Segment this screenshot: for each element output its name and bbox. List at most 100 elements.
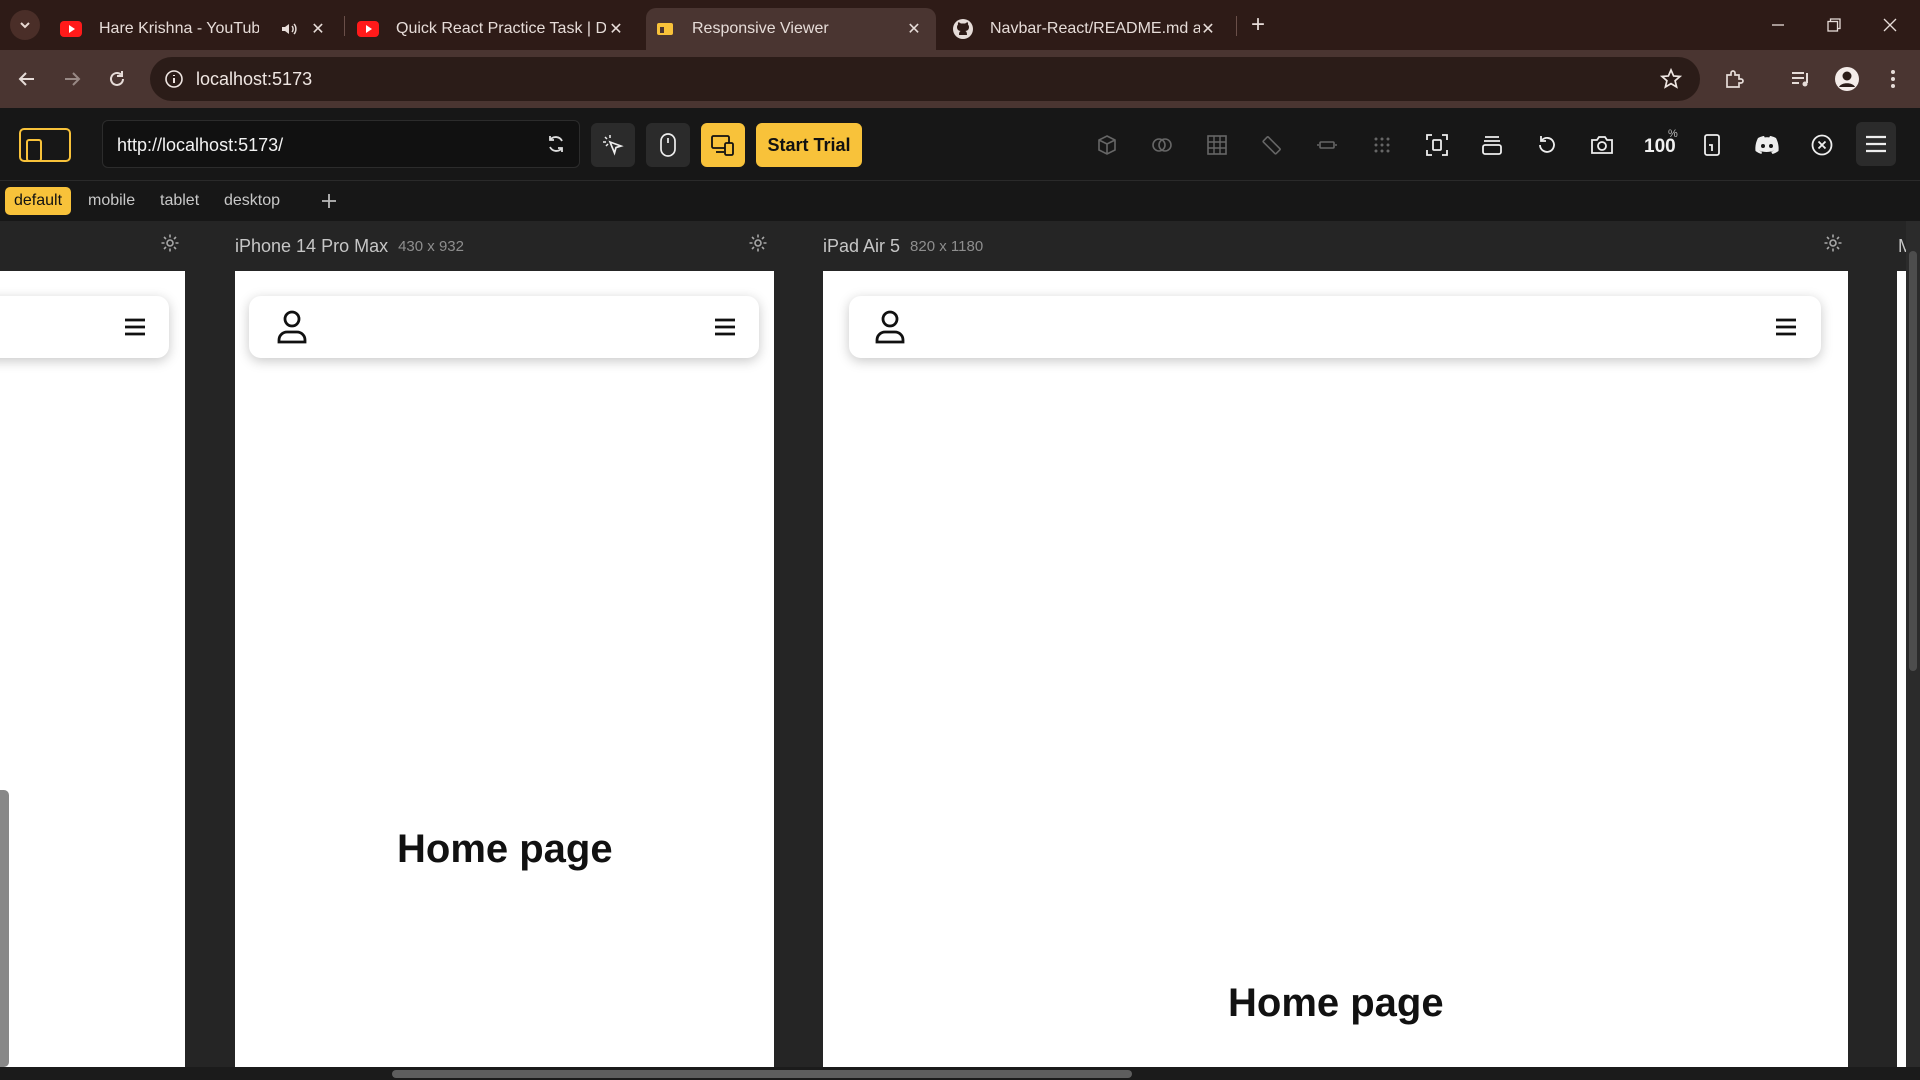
layers-icon[interactable]	[1477, 130, 1507, 160]
close-icon[interactable]: ✕	[308, 19, 328, 39]
tab-youtube-hare-krishna[interactable]: Hare Krishna - YouTube ✕	[50, 8, 340, 50]
forward-button[interactable]	[55, 62, 89, 96]
reload-button[interactable]	[100, 62, 134, 96]
youtube-icon	[60, 21, 82, 37]
vertical-scrollbar[interactable]	[1906, 221, 1920, 1067]
close-icon	[1883, 18, 1897, 32]
extensions-button[interactable]	[1718, 62, 1752, 96]
tab-quick-react-docs[interactable]: Quick React Practice Task | Docs ✕	[348, 8, 638, 50]
minimize-icon	[1772, 24, 1784, 26]
youtube-icon	[357, 21, 379, 37]
screenshot-area-icon[interactable]	[1422, 130, 1452, 160]
tab-responsive-viewer[interactable]: Responsive Viewer ✕	[646, 8, 936, 50]
tab-title: Responsive Viewer	[692, 20, 829, 37]
close-circle-icon[interactable]	[1807, 130, 1837, 160]
scroll-sync-button[interactable]	[646, 123, 690, 167]
preset-desktop[interactable]: desktop	[215, 187, 289, 215]
user-icon[interactable]	[276, 310, 308, 344]
tab-title: Quick React Practice Task | Docs	[396, 20, 606, 37]
back-button[interactable]	[10, 62, 44, 96]
reload-icon	[110, 71, 124, 86]
kebab-menu-icon	[1891, 70, 1895, 88]
preset-tablet[interactable]: tablet	[151, 187, 208, 215]
width-icon[interactable]	[1312, 130, 1342, 160]
settings-gear-icon[interactable]	[1823, 233, 1843, 253]
browser-menu-button[interactable]	[1876, 62, 1910, 96]
tab-divider	[1236, 16, 1237, 36]
viewer-url-input[interactable]: http://localhost:5173/	[102, 120, 580, 168]
tab-title: Hare Krishna - YouTube	[99, 20, 259, 37]
tab-github-readme[interactable]: Navbar-React/README.md at main ✕	[940, 8, 1230, 50]
preset-tabs: default mobile tablet desktop	[0, 181, 1920, 221]
zoom-unit: %	[1668, 128, 1678, 140]
address-text: localhost:5173	[196, 69, 313, 89]
close-icon[interactable]: ✕	[1198, 19, 1218, 39]
settings-gear-icon[interactable]	[160, 233, 180, 253]
profile-button[interactable]	[1830, 62, 1864, 96]
horizontal-scrollbar[interactable]	[0, 1067, 1920, 1080]
hamburger-icon[interactable]	[1774, 317, 1798, 337]
device-frame-icon[interactable]	[1697, 130, 1727, 160]
ruler-icon[interactable]	[1257, 130, 1287, 160]
user-icon[interactable]	[874, 310, 906, 344]
device-frame-ipad: Home page	[823, 271, 1848, 1067]
rotate-icon[interactable]	[1532, 130, 1562, 160]
info-icon[interactable]	[164, 69, 184, 89]
left-edge-scrollbar[interactable]	[0, 790, 9, 1067]
navbar	[849, 296, 1821, 358]
refresh-icon[interactable]	[545, 133, 567, 155]
settings-gear-icon[interactable]	[748, 233, 768, 253]
device-header-ipad: iPad Air 5 820 x 1180	[823, 221, 983, 271]
start-trial-button[interactable]: Start Trial	[756, 123, 862, 167]
mouse-icon	[660, 133, 676, 157]
overlap-icon[interactable]	[1147, 130, 1177, 160]
hamburger-icon[interactable]	[123, 317, 147, 337]
devices-button[interactable]	[701, 123, 745, 167]
tab-divider	[344, 16, 345, 36]
new-tab-button[interactable]: +	[1238, 8, 1278, 42]
media-queue-icon	[1792, 72, 1808, 87]
vertical-scroll-thumb[interactable]	[1909, 251, 1917, 671]
inspect-button[interactable]	[591, 123, 635, 167]
cursor-click-icon	[603, 135, 624, 156]
responsive-viewer-logo[interactable]	[19, 128, 71, 162]
puzzle-icon	[1726, 70, 1744, 88]
close-icon[interactable]: ✕	[904, 19, 924, 39]
viewer-toolbar: http://localhost:5173/ Start Trial 100 %	[0, 108, 1920, 181]
home-heading: Home page	[397, 827, 613, 871]
device-canvas: iPhone 14 Pro Max 430 x 932 Home page iP…	[0, 221, 1920, 1080]
address-bar[interactable]: localhost:5173	[150, 57, 1700, 101]
browser-toolbar: localhost:5173	[0, 50, 1920, 108]
avatar-icon	[1835, 67, 1859, 91]
dots-grid-icon[interactable]	[1367, 130, 1397, 160]
horizontal-scroll-thumb[interactable]	[392, 1070, 1132, 1078]
hamburger-icon[interactable]	[713, 317, 737, 337]
camera-icon[interactable]	[1587, 130, 1617, 160]
tab-search-button[interactable]	[10, 10, 40, 40]
device-size: 820 x 1180	[910, 237, 984, 255]
close-window-button[interactable]	[1870, 8, 1910, 42]
close-icon[interactable]: ✕	[606, 19, 626, 39]
grid-icon[interactable]	[1202, 130, 1232, 160]
hamburger-icon	[1866, 135, 1886, 153]
add-preset-icon[interactable]	[318, 190, 340, 212]
cube-icon[interactable]	[1092, 130, 1122, 160]
navbar	[0, 296, 169, 358]
device-size: 430 x 932	[398, 237, 464, 255]
preset-default[interactable]: default	[5, 187, 72, 215]
speaker-icon[interactable]	[280, 20, 298, 38]
restore-icon	[1827, 18, 1841, 32]
discord-icon[interactable]	[1752, 130, 1782, 160]
viewer-menu-button[interactable]	[1856, 122, 1896, 166]
device-header-iphone: iPhone 14 Pro Max 430 x 932	[235, 221, 464, 271]
arrow-right-icon	[65, 72, 81, 86]
navbar	[249, 296, 759, 358]
device-name: iPhone 14 Pro Max	[235, 235, 389, 256]
tab-title: Navbar-React/README.md at main	[990, 20, 1200, 37]
minimize-button[interactable]	[1758, 8, 1798, 42]
preset-mobile[interactable]: mobile	[79, 187, 144, 215]
restore-button[interactable]	[1814, 8, 1854, 42]
media-control-button[interactable]	[1784, 62, 1818, 96]
home-heading: Home page	[1228, 981, 1444, 1025]
star-icon[interactable]	[1660, 68, 1682, 90]
